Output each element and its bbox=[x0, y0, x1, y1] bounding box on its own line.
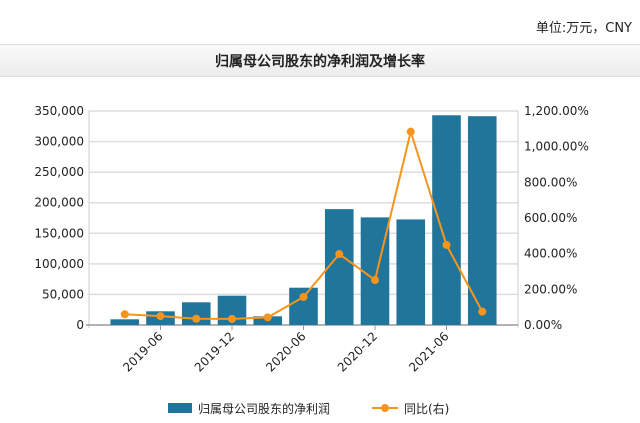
yoy-point-2021-03 bbox=[406, 127, 415, 136]
legend-bar-swatch bbox=[168, 403, 192, 413]
yoy-point-2020-12 bbox=[371, 276, 379, 285]
bar-2021-06 bbox=[432, 115, 461, 325]
left-tick-label: 250,000 bbox=[34, 165, 84, 179]
left-tick-label: 350,000 bbox=[34, 104, 84, 118]
left-tick-label: 300,000 bbox=[34, 135, 84, 149]
yoy-point-2020-06 bbox=[299, 293, 308, 302]
left-tick-label: 50,000 bbox=[42, 287, 84, 301]
yoy-point-2021-09 bbox=[478, 307, 487, 316]
left-tick-label: 100,000 bbox=[34, 257, 84, 271]
right-tick-label: 0.00% bbox=[524, 318, 562, 332]
right-tick-label: 200.00% bbox=[524, 282, 577, 296]
bar-2020-12 bbox=[360, 217, 390, 325]
x-tick-label: 2020-06 bbox=[263, 329, 308, 374]
right-tick-label: 1,000.00% bbox=[524, 140, 589, 154]
yoy-point-2019-03 bbox=[120, 310, 129, 319]
bar-2019-03 bbox=[110, 319, 140, 325]
legend-bar-label: 归属母公司股东的净利润 bbox=[198, 401, 330, 416]
yoy-point-2020-09 bbox=[335, 250, 344, 259]
right-tick-label: 400.00% bbox=[524, 247, 577, 261]
x-tick-label: 2020-12 bbox=[335, 329, 380, 374]
x-tick-label: 2019-06 bbox=[120, 329, 165, 374]
yoy-point-2019-12 bbox=[228, 314, 236, 323]
bar-2021-03 bbox=[396, 219, 426, 325]
yoy-point-2020-03 bbox=[263, 313, 272, 322]
legend-line-label: 同比(右) bbox=[404, 401, 449, 416]
right-tick-label: 600.00% bbox=[524, 211, 577, 225]
right-tick-label: 800.00% bbox=[524, 175, 577, 189]
right-tick-label: 1,200.00% bbox=[524, 104, 589, 118]
left-tick-label: 0 bbox=[76, 318, 84, 332]
yoy-point-2019-06 bbox=[156, 312, 165, 321]
chart: 0 50,000 100,000 150,000 200,000 250,000 300,0… bbox=[34, 104, 589, 416]
left-tick-label: 200,000 bbox=[34, 196, 84, 210]
yoy-point-2019-09 bbox=[192, 314, 201, 323]
yoy-point-2021-06 bbox=[442, 240, 451, 249]
left-tick-label: 150,000 bbox=[34, 226, 84, 240]
x-tick-label: 2019-12 bbox=[192, 329, 237, 374]
legend-line-marker bbox=[381, 404, 389, 412]
x-tick-label: 2021-06 bbox=[406, 329, 451, 374]
